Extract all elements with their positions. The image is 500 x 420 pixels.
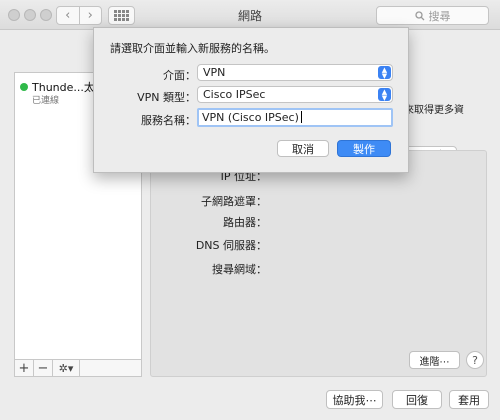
search-icon xyxy=(414,10,424,20)
title-bar: ‹ › 網路 搜尋 xyxy=(0,0,500,30)
advanced-button[interactable]: 進階⋯ xyxy=(409,351,460,369)
text-caret xyxy=(300,111,302,123)
chevron-updown-icon: ▲ ▼ xyxy=(378,88,391,101)
service-name-input[interactable]: VPN (Cisco IPSec) xyxy=(197,108,393,127)
service-name-label: 服務名稱： xyxy=(141,114,196,127)
service-list-toolbar: + − ✲▾ xyxy=(14,359,142,377)
vpn-type-label: VPN 類型： xyxy=(137,91,196,104)
revert-button[interactable]: 回復 xyxy=(392,390,442,409)
search-placeholder: 搜尋 xyxy=(428,9,451,23)
interface-select[interactable]: VPN ▲ ▼ xyxy=(197,64,393,81)
vpn-type-value: Cisco IPSec xyxy=(203,88,266,101)
interface-label: 介面： xyxy=(163,69,196,82)
add-service-button[interactable]: + xyxy=(15,360,34,376)
search-input[interactable]: 搜尋 xyxy=(376,6,489,25)
remove-service-button[interactable]: − xyxy=(34,360,53,376)
interface-value: VPN xyxy=(203,66,226,79)
service-name-value: VPN (Cisco IPSec) xyxy=(202,111,299,124)
subnet-mask-label: 子網路遮罩： xyxy=(201,195,267,208)
sheet-prompt: 請選取介面並輸入新服務的名稱。 xyxy=(110,42,275,55)
help-button[interactable]: ? xyxy=(466,351,484,369)
apply-button[interactable]: 套用 xyxy=(449,390,489,409)
detail-hint-text: 來取得更多資 xyxy=(404,105,464,116)
gear-menu-button[interactable]: ✲▾ xyxy=(53,360,80,376)
search-domains-label: 搜尋網域： xyxy=(212,263,267,276)
cancel-button[interactable]: 取消 xyxy=(277,140,329,157)
create-button[interactable]: 製作 xyxy=(337,140,391,157)
detail-panel xyxy=(150,150,487,377)
vpn-type-select[interactable]: Cisco IPSec ▲ ▼ xyxy=(197,86,393,103)
connected-status-icon xyxy=(20,83,28,91)
assist-me-button[interactable]: 協助我⋯ xyxy=(326,390,383,409)
service-status: 已連線 xyxy=(32,96,60,106)
chevron-updown-icon: ▲ ▼ xyxy=(378,66,391,79)
router-label: 路由器： xyxy=(223,216,267,229)
dns-server-label: DNS 伺服器： xyxy=(195,239,267,252)
